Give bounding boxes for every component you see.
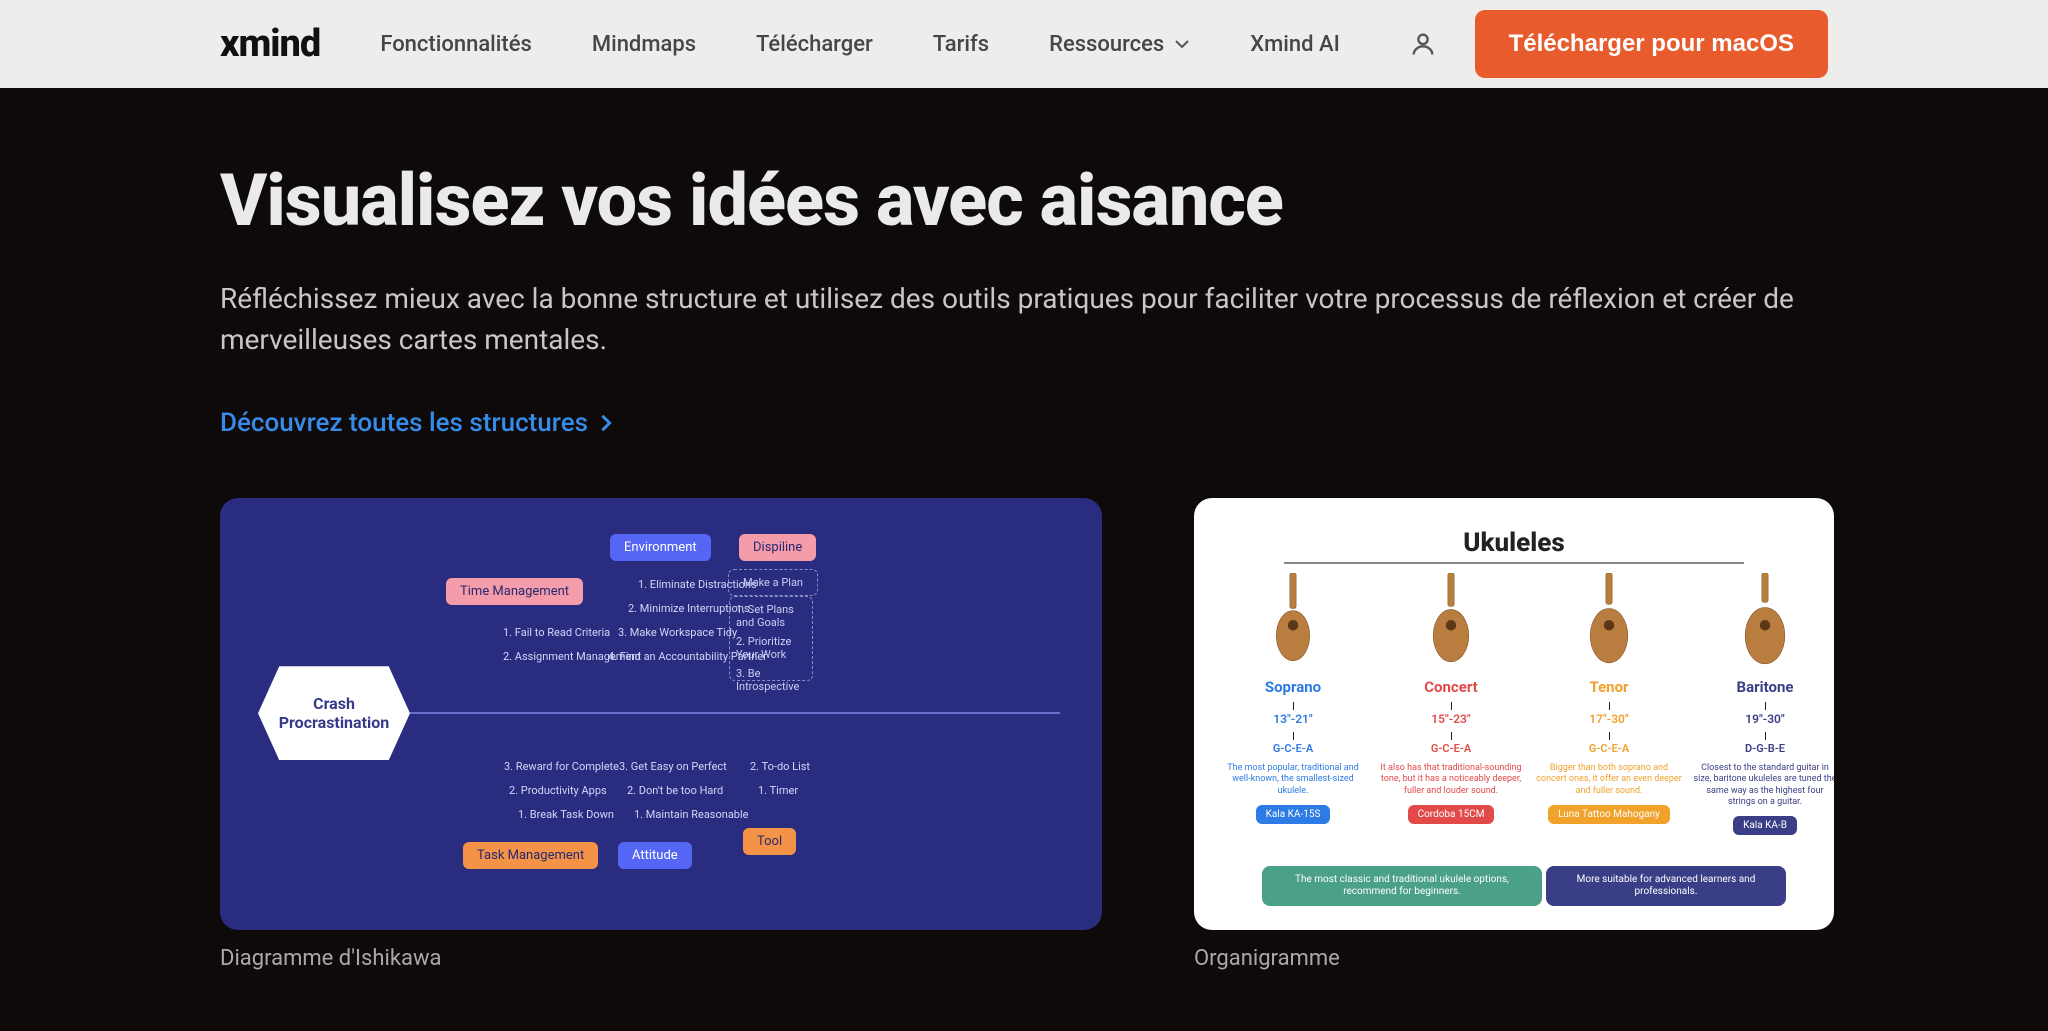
branch-tool: Tool	[743, 828, 796, 855]
main-nav: Fonctionnalités Mindmaps Télécharger Tar…	[380, 32, 1340, 57]
leaf-productivity: 2. Productivity Apps	[509, 784, 607, 797]
leaf-set-plans: 1. Set Plans and Goals	[736, 603, 806, 629]
leaf-timer: 1. Timer	[758, 784, 798, 797]
orgchart-caption: Organigramme	[1194, 946, 1834, 971]
branch-attitude: Attitude	[618, 842, 692, 869]
uku-tune: G-C-E-A	[1536, 742, 1682, 755]
fishbone-card: Crash Procrastination Time Management Ta…	[220, 498, 1102, 971]
download-cta-button[interactable]: Télécharger pour macOS	[1475, 10, 1828, 78]
discover-structures-label: Découvrez toutes les structures	[220, 408, 588, 438]
leaf-break-task: 1. Break Task Down	[518, 808, 614, 821]
guitar-icon	[1271, 573, 1315, 667]
discover-structures-link[interactable]: Découvrez toutes les structures	[220, 408, 612, 438]
orgchart-title: Ukuleles	[1194, 528, 1834, 558]
main-content: Visualisez vos idées avec aisance Réfléc…	[0, 88, 2048, 1031]
uku-model: Kala KA-15S	[1256, 805, 1331, 824]
uku-desc: It also has that traditional-sounding to…	[1378, 763, 1524, 797]
leaf-easy: 3. Get Easy on Perfect	[619, 760, 727, 773]
uku-desc: The most popular, traditional and well-k…	[1220, 763, 1366, 797]
leaf-nothard: 2. Don't be too Hard	[627, 784, 723, 797]
leaf-make-plan: Make a Plan	[728, 569, 818, 596]
branch-time-management: Time Management	[446, 578, 583, 605]
uku-label: Baritone	[1692, 678, 1834, 696]
user-icon[interactable]	[1409, 30, 1437, 58]
uku-desc: Closest to the standard guitar in size, …	[1692, 763, 1834, 808]
leaf-prioritize: 2. Prioritize Your Work	[736, 635, 806, 661]
uku-label: Tenor	[1536, 678, 1682, 696]
nav-ai[interactable]: Xmind AI	[1250, 32, 1340, 57]
leaf-reward: 3. Reward for Complete	[504, 760, 619, 773]
nav-features[interactable]: Fonctionnalités	[380, 32, 532, 57]
leaf-tidy: 3. Make Workspace Tidy	[618, 626, 737, 639]
uku-model: Luna Tattoo Mahogany	[1548, 805, 1670, 824]
page-description: Réfléchissez mieux avec la bonne structu…	[220, 279, 1828, 360]
uku-tune: D-G-B-E	[1692, 742, 1834, 755]
uku-size: 13"-21"	[1220, 712, 1366, 726]
guitar-icon	[1587, 573, 1631, 667]
guitar-icon	[1743, 573, 1787, 667]
guitar-icon	[1429, 573, 1473, 667]
uku-tune: G-C-E-A	[1378, 742, 1524, 755]
fishbone-thumbnail[interactable]: Crash Procrastination Time Management Ta…	[220, 498, 1102, 930]
dashed-group: 1. Set Plans and Goals 2. Prioritize You…	[729, 596, 813, 681]
branch-environment: Environment	[610, 534, 711, 561]
branch-dispiline: Dispiline	[739, 534, 816, 561]
nav-pricing[interactable]: Tarifs	[933, 32, 989, 57]
uku-size: 15"-23"	[1378, 712, 1524, 726]
uku-col-baritone: Baritone 19"-30" D-G-B-E Closest to the …	[1692, 573, 1834, 835]
logo[interactable]: xmind	[220, 22, 320, 66]
fishbone-spine	[410, 712, 1060, 714]
leaf-introspective: 3. Be Introspective	[736, 667, 806, 693]
uku-size: 19"-30"	[1692, 712, 1834, 726]
uku-col-soprano: Soprano 13"-21" G-C-E-A The most popular…	[1220, 573, 1366, 824]
uku-col-concert: Concert 15"-23" G-C-E-A It also has that…	[1378, 573, 1524, 824]
uku-label: Soprano	[1220, 678, 1366, 696]
uku-model: Cordoba 15CM	[1408, 805, 1495, 824]
orgchart-card: Ukuleles Soprano 13"-21" G-C-E-A The mos…	[1194, 498, 1834, 971]
uku-model: Kala KA-B	[1733, 816, 1797, 835]
orgchart-thumbnail[interactable]: Ukuleles Soprano 13"-21" G-C-E-A The mos…	[1194, 498, 1834, 930]
nav-mindmaps[interactable]: Mindmaps	[592, 32, 696, 57]
fishbone-caption: Diagramme d'Ishikawa	[220, 946, 1102, 971]
page-title: Visualisez vos idées avec aisance	[220, 158, 1828, 243]
nav-download[interactable]: Télécharger	[756, 32, 873, 57]
nav-resources-label: Ressources	[1049, 32, 1164, 57]
uku-size: 17"-30"	[1536, 712, 1682, 726]
fishbone-root: Crash Procrastination	[258, 666, 410, 760]
branch-task-management: Task Management	[463, 842, 598, 869]
uku-label: Concert	[1378, 678, 1524, 696]
leaf-fail-read: 1. Fail to Read Criteria	[503, 626, 610, 639]
org-footer-beginners: The most classic and traditional ukulele…	[1262, 866, 1542, 906]
chevron-down-icon	[1174, 36, 1190, 52]
leaf-todo: 2. To-do List	[750, 760, 810, 773]
org-footer-advanced: More suitable for advanced learners and …	[1546, 866, 1786, 906]
uku-tune: G-C-E-A	[1220, 742, 1366, 755]
chevron-right-icon	[600, 413, 612, 433]
uku-col-tenor: Tenor 17"-30" G-C-E-A Bigger than both s…	[1536, 573, 1682, 824]
header: xmind Fonctionnalités Mindmaps Télécharg…	[0, 0, 2048, 88]
cards-row: Crash Procrastination Time Management Ta…	[220, 498, 1828, 971]
leaf-maintain: 1. Maintain Reasonable	[634, 808, 749, 821]
uku-desc: Bigger than both soprano and concert one…	[1536, 763, 1682, 797]
nav-resources[interactable]: Ressources	[1049, 32, 1190, 57]
